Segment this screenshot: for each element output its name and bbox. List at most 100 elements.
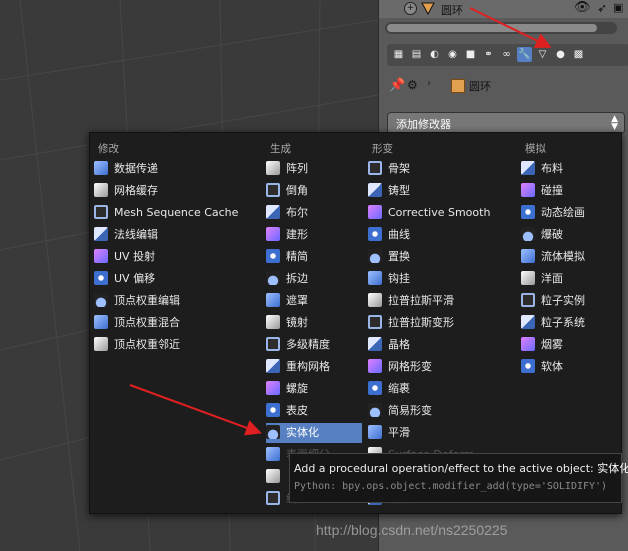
outliner-row[interactable]: + 圆环 👁 ➶ ▣: [379, 0, 628, 18]
menu-item-edge-split[interactable]: 拆边: [266, 269, 362, 289]
tooltip: Add a procedural operation/effect to the…: [289, 453, 628, 503]
menu-item-particle-instance[interactable]: 粒子实例: [521, 291, 613, 311]
menu-item-laplacian-deform[interactable]: 拉普拉斯变形: [368, 313, 513, 333]
cursor-icon[interactable]: ➶: [597, 1, 607, 15]
menu-item-fluid[interactable]: 流体模拟: [521, 247, 613, 267]
scene-tab-icon[interactable]: ◐: [427, 47, 442, 62]
menu-item-label: 表皮: [286, 404, 308, 417]
simple-deform-icon: [368, 403, 382, 417]
menu-item-soft-body[interactable]: 软体: [521, 357, 613, 377]
menu-column-title: 形变: [372, 143, 393, 155]
menu-item-uv-warp[interactable]: UV 偏移: [94, 269, 254, 289]
layers-tab-icon[interactable]: ▤: [409, 47, 424, 62]
vertex-weight-mix-icon: [94, 315, 108, 329]
menu-item-array[interactable]: 阵列: [266, 159, 362, 179]
menu-item-hook[interactable]: 钩挂: [368, 269, 513, 289]
menu-item-bevel[interactable]: 倒角: [266, 181, 362, 201]
menu-item-label: 晶格: [388, 338, 410, 351]
menu-item-label: 曲线: [388, 228, 410, 241]
modifiers-tab-icon[interactable]: 🔧: [517, 47, 532, 62]
menu-item-dynamic-paint[interactable]: 动态绘画: [521, 203, 613, 223]
menu-item-mesh-sequence-cache[interactable]: Mesh Sequence Cache: [94, 203, 254, 223]
menu-item-normal-edit[interactable]: 法线编辑: [94, 225, 254, 245]
menu-item-screw[interactable]: 螺旋: [266, 379, 362, 399]
menu-item-explode[interactable]: 爆破: [521, 225, 613, 245]
camera-icon[interactable]: ▣: [613, 1, 623, 14]
menu-item-mask[interactable]: 遮罩: [266, 291, 362, 311]
smoke-icon: [521, 337, 535, 351]
particle-system-icon: [521, 315, 535, 329]
menu-item-corrective-smooth[interactable]: Corrective Smooth: [368, 203, 513, 223]
remesh-icon: [266, 359, 280, 373]
menu-item-build[interactable]: 建形: [266, 225, 362, 245]
data-tab-icon[interactable]: ▽: [535, 47, 550, 62]
menu-item-label: 重构网格: [286, 360, 330, 373]
physics-tab-icon[interactable]: ∞: [499, 47, 514, 62]
menu-item-vertex-weight-proximity[interactable]: 顶点权重邻近: [94, 335, 254, 355]
fluid-icon: [521, 249, 535, 263]
menu-item-smooth[interactable]: 平滑: [368, 423, 513, 443]
texture-tab-icon[interactable]: ▩: [571, 47, 586, 62]
menu-column-title: 生成: [270, 143, 291, 155]
subsurf-icon: [266, 447, 280, 461]
menu-item-ocean[interactable]: 洋面: [521, 269, 613, 289]
pin-icon[interactable]: 📌: [389, 78, 405, 93]
menu-item-vertex-weight-mix[interactable]: 顶点权重混合: [94, 313, 254, 333]
menu-item-vertex-weight-edit[interactable]: 顶点权重编辑: [94, 291, 254, 311]
curve-icon: [368, 227, 382, 241]
menu-item-mesh-cache[interactable]: 网格缓存: [94, 181, 254, 201]
expand-icon[interactable]: +: [404, 2, 417, 15]
data-transfer-icon: [94, 161, 108, 175]
menu-item-mirror[interactable]: 镜射: [266, 313, 362, 333]
menu-item-collision[interactable]: 碰撞: [521, 181, 613, 201]
menu-item-data-transfer[interactable]: 数据传递: [94, 159, 254, 179]
material-tab-icon[interactable]: ●: [553, 47, 568, 62]
menu-item-multires[interactable]: 多级精度: [266, 335, 362, 355]
menu-item-label: 多级精度: [286, 338, 330, 351]
menu-item-curve[interactable]: 曲线: [368, 225, 513, 245]
context-breadcrumb: 📌 ⚙ › 圆环: [387, 76, 627, 96]
dynamic-paint-icon: [521, 205, 535, 219]
menu-item-uv-project[interactable]: UV 投射: [94, 247, 254, 267]
menu-item-label: 骨架: [388, 162, 410, 175]
menu-item-displace[interactable]: 置换: [368, 247, 513, 267]
menu-item-shrinkwrap[interactable]: 缩裹: [368, 379, 513, 399]
add-modifier-dropdown[interactable]: 添加修改器 ▲ ▼: [387, 112, 625, 134]
edge-split-icon: [266, 271, 280, 285]
outliner-object-name[interactable]: 圆环: [441, 2, 463, 18]
menu-item-lattice[interactable]: 晶格: [368, 335, 513, 355]
eye-icon[interactable]: 👁: [574, 0, 591, 15]
menu-item-label: 粒子系统: [541, 316, 585, 329]
menu-item-boolean[interactable]: 布尔: [266, 203, 362, 223]
menu-item-particle-system[interactable]: 粒子系统: [521, 313, 613, 333]
menu-item-mesh-deform[interactable]: 网格形变: [368, 357, 513, 377]
menu-item-cloth[interactable]: 布料: [521, 159, 613, 179]
build-icon: [266, 227, 280, 241]
shrinkwrap-icon: [368, 381, 382, 395]
horizontal-scrollbar[interactable]: [385, 22, 617, 34]
world-tab-icon[interactable]: ◉: [445, 47, 460, 62]
lattice-icon: [368, 337, 382, 351]
menu-item-label: 碰撞: [541, 184, 563, 197]
menu-item-label: 铸型: [388, 184, 410, 197]
collision-icon: [521, 183, 535, 197]
scrollbar-thumb[interactable]: [387, 24, 597, 32]
object-tab-icon[interactable]: ■: [463, 47, 478, 62]
menu-item-laplacian-smooth[interactable]: 拉普拉斯平滑: [368, 291, 513, 311]
constraints-tab-icon[interactable]: ⚭: [481, 47, 496, 62]
menu-item-simple-deform[interactable]: 简易形变: [368, 401, 513, 421]
menu-item-label: 螺旋: [286, 382, 308, 395]
particle-instance-icon: [521, 293, 535, 307]
menu-item-label: 镜射: [286, 316, 308, 329]
menu-item-armature[interactable]: 骨架: [368, 159, 513, 179]
menu-item-remesh[interactable]: 重构网格: [266, 357, 362, 377]
mesh-object-icon: [421, 2, 435, 15]
menu-item-decimate[interactable]: 精简: [266, 247, 362, 267]
menu-item-skin[interactable]: 表皮: [266, 401, 362, 421]
scene-icon: ⚙: [407, 78, 418, 92]
menu-item-label: 洋面: [541, 272, 563, 285]
menu-item-cast[interactable]: 铸型: [368, 181, 513, 201]
render-tab-icon[interactable]: ▦: [391, 47, 406, 62]
menu-item-solidify[interactable]: 实体化: [266, 423, 362, 443]
menu-item-smoke[interactable]: 烟雾: [521, 335, 613, 355]
